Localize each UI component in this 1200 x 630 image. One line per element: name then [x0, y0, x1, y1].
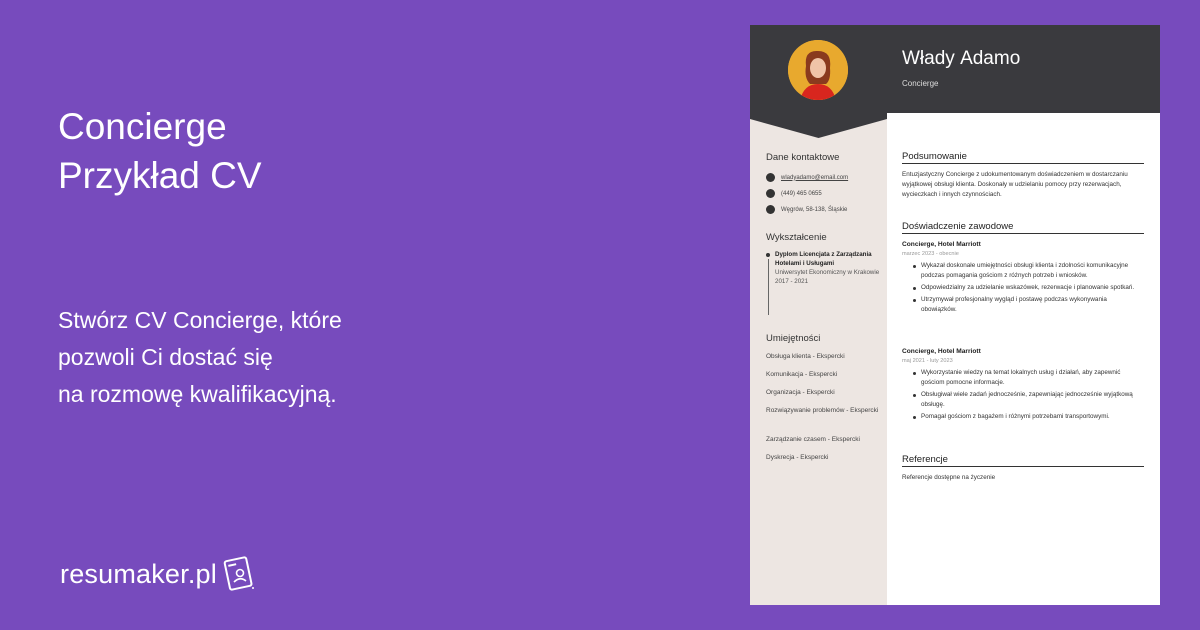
contact-location-text: Węgrów, 58-138, Śląskie: [781, 206, 848, 213]
job-title: Concierge, Hotel Marriott: [902, 348, 981, 355]
location-icon: [766, 205, 775, 214]
job-date: marzec 2023 - obecnie: [902, 251, 959, 257]
references-text: Referencje dostępne na życzenie: [902, 474, 996, 481]
education-section-title: Wykształcenie: [766, 232, 827, 243]
headline-line-2: Przykład CV: [58, 155, 262, 196]
job-bullet: Odpowiedzialny za udzielanie wskazówek, …: [913, 283, 1143, 293]
job-bullets: Wykorzystanie wiedzy na temat lokalnych …: [913, 368, 1143, 424]
resume-document-icon: [223, 556, 254, 591]
contact-phone: (449) 465 0655: [766, 189, 822, 198]
headline: Concierge Przykład CV: [58, 102, 262, 200]
contact-email-text: wladyadamo@email.com: [781, 174, 849, 181]
education-years: 2017 - 2021: [775, 278, 809, 285]
education-school: Uniwersytet Ekonomiczny w Krakowie: [775, 269, 880, 276]
skills-section-title: Umiejętności: [766, 333, 821, 344]
job-title: Concierge, Hotel Marriott: [902, 241, 981, 248]
contact-email: wladyadamo@email.com: [766, 173, 848, 182]
education-entry: Dyplom Licencjata z Zarządzania Hotelami…: [766, 250, 881, 315]
subline-line-1: Stwórz CV Concierge, które: [58, 307, 342, 333]
experience-section-title: Doświadczenie zawodowe: [902, 221, 1144, 234]
subline: Stwórz CV Concierge, które pozwoli Ci do…: [58, 302, 342, 413]
brand-name: resumaker.pl: [60, 558, 217, 589]
contact-phone-text: (449) 465 0655: [781, 190, 822, 197]
avatar: [788, 40, 848, 100]
job-bullet: Wykazał doskonałe umiejętności obsługi k…: [913, 261, 1143, 281]
job-bullet: Pomagał gościom z bagażem i różnymi potr…: [913, 412, 1143, 422]
cv-preview: Władу Adamo Concierge Dane kontaktowe wl…: [750, 25, 1160, 605]
contact-section-title: Dane kontaktowe: [766, 152, 840, 163]
job-bullet: Utrzymywał profesjonalny wygląd i postaw…: [913, 295, 1143, 315]
education-degree: Dyplom Licencjata z Zarządzania Hotelami…: [775, 251, 872, 267]
skill-item: Dyskrecja - Ekspercki: [766, 454, 829, 461]
skill-item: Komunikacja - Ekspercki: [766, 371, 838, 378]
job-date: maj 2021 - luty 2023: [902, 358, 953, 364]
cv-role: Concierge: [902, 79, 939, 88]
timeline-dot: [766, 253, 770, 257]
skill-item: Zarządzanie czasem - Ekspercki: [766, 436, 860, 443]
cv-header-chevron: [750, 112, 887, 138]
subline-line-2: pozwoli Ci dostać się: [58, 344, 273, 370]
summary-text: Entuzjastyczny Concierge z udokumentowan…: [902, 171, 1128, 198]
references-section-title: Referencje: [902, 454, 1144, 467]
brand-logo-link[interactable]: resumaker.pl: [60, 554, 257, 594]
skill-item: Rozwiązywanie problemów - Ekspercki: [766, 407, 879, 414]
email-icon: [766, 173, 775, 182]
phone-icon: [766, 189, 775, 198]
headline-line-1: Concierge: [58, 106, 227, 147]
job-bullets: Wykazał doskonałe umiejętności obsługi k…: [913, 261, 1143, 317]
cv-name: Władу Adamo: [902, 48, 1021, 69]
skill-item: Organizacja - Ekspercki: [766, 389, 835, 396]
contact-location: Węgrów, 58-138, Śląskie: [766, 205, 847, 214]
subline-line-3: na rozmowę kwalifikacyjną.: [58, 381, 337, 407]
summary-section-title: Podsumowanie: [902, 151, 1144, 164]
job-bullet: Obsługiwał wiele zadań jednocześnie, zap…: [913, 390, 1143, 410]
job-bullet: Wykorzystanie wiedzy na temat lokalnych …: [913, 368, 1143, 388]
skill-item: Obsługa klienta - Ekspercki: [766, 353, 845, 360]
timeline-line: [767, 259, 769, 315]
